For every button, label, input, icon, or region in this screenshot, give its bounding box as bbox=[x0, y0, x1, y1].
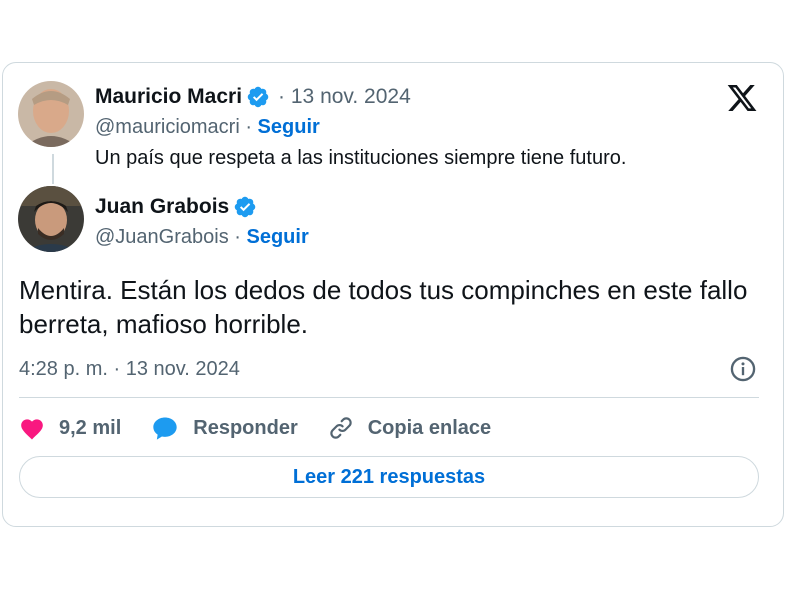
action-bar: 9,2 mil Responder Copia enlace bbox=[19, 411, 521, 445]
reply-author-name[interactable]: Juan Grabois bbox=[95, 194, 229, 220]
link-icon bbox=[330, 417, 352, 439]
quoted-date[interactable]: · 13 nov. 2024 bbox=[278, 84, 411, 110]
speech-bubble-icon bbox=[153, 417, 177, 440]
follow-button-grabois[interactable]: Seguir bbox=[246, 226, 308, 248]
verified-badge-icon bbox=[247, 86, 269, 108]
like-button[interactable]: 9,2 mil bbox=[19, 416, 121, 440]
reply-handle: @JuanGrabois bbox=[95, 226, 229, 248]
avatar-juan-grabois[interactable] bbox=[18, 186, 84, 252]
reply-button[interactable]: Responder bbox=[151, 415, 298, 441]
reply-author-row: Juan Grabois bbox=[95, 194, 257, 220]
quoted-author-row: Mauricio Macri · 13 nov. 2024 bbox=[95, 84, 411, 110]
reply-tweet-text: Mentira. Están los dedos de todos tus co… bbox=[19, 275, 748, 339]
quoted-handle-row: @mauriciomacri · Seguir bbox=[95, 114, 320, 140]
copy-link-label: Copia enlace bbox=[367, 416, 492, 439]
verified-badge-icon bbox=[234, 196, 256, 218]
avatar-mauricio-macri[interactable] bbox=[18, 81, 84, 147]
read-replies-button[interactable]: Leer 221 respuestas bbox=[19, 456, 759, 498]
reply-separator: · bbox=[228, 226, 247, 248]
thread-connector-line bbox=[52, 154, 54, 184]
copy-link-button[interactable]: Copia enlace bbox=[328, 415, 491, 441]
reply-handle-row: @JuanGrabois · Seguir bbox=[95, 224, 309, 250]
tweet-embed-card: Mauricio Macri · 13 nov. 2024 @mauriciom… bbox=[2, 62, 784, 527]
info-icon[interactable] bbox=[729, 355, 757, 383]
quoted-author-name[interactable]: Mauricio Macri bbox=[95, 84, 242, 110]
like-count: 9,2 mil bbox=[59, 416, 122, 439]
reply-label: Responder bbox=[193, 416, 298, 439]
quoted-handle: @mauriciomacri bbox=[95, 116, 240, 138]
quoted-separator: · bbox=[239, 116, 258, 138]
follow-button-macri[interactable]: Seguir bbox=[258, 116, 320, 138]
heart-icon bbox=[21, 419, 43, 440]
reply-timestamp[interactable]: 4:28 p. m. · 13 nov. 2024 bbox=[19, 356, 240, 382]
quoted-tweet-text: Un país que respeta a las instituciones … bbox=[95, 147, 627, 169]
x-logo-icon[interactable] bbox=[725, 82, 759, 114]
divider bbox=[19, 397, 759, 398]
